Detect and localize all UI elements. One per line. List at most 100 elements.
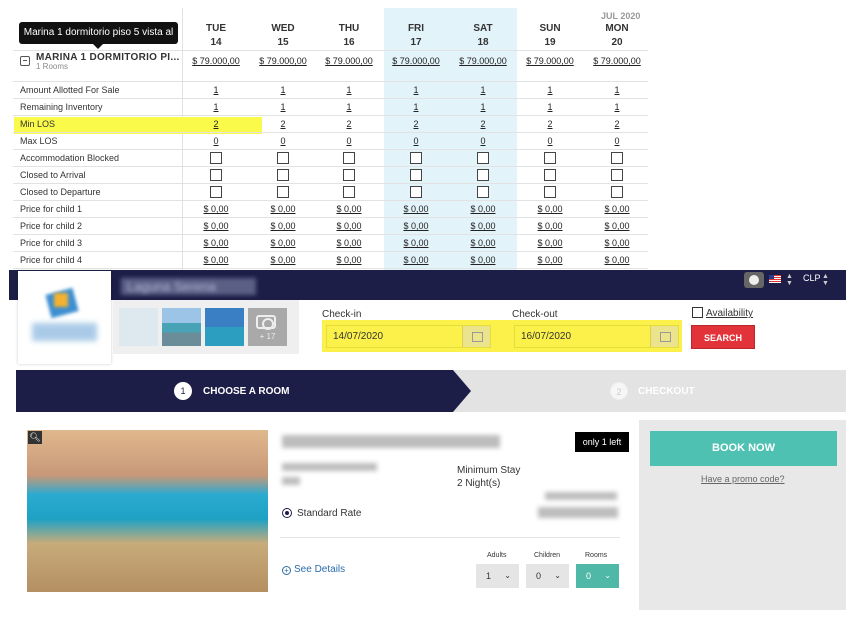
children-select[interactable]: 0 ⌄ [526,564,569,588]
room-photo[interactable] [27,430,268,592]
cell-value[interactable]: 1 [585,85,649,95]
cell-value[interactable]: 0 [184,136,248,146]
cell-value[interactable]: 1 [184,102,248,112]
cell-value[interactable]: $ 0,00 [384,238,448,248]
nightly-rate[interactable]: $ 79.000,00 [180,56,252,66]
cell-value[interactable]: 1 [251,102,315,112]
restriction-checkbox[interactable] [611,152,623,164]
cell-value[interactable]: 1 [518,85,582,95]
availability-link[interactable]: Availability [706,308,753,319]
cell-value[interactable]: $ 0,00 [585,204,649,214]
checkin-input[interactable]: 14/07/2020 [326,325,491,348]
nightly-rate[interactable]: $ 79.000,00 [581,56,653,66]
cell-value[interactable]: $ 0,00 [251,204,315,214]
cell-value[interactable]: $ 0,00 [251,221,315,231]
cell-value[interactable]: 2 [384,119,448,129]
restriction-checkbox[interactable] [544,152,556,164]
cell-value[interactable]: 1 [184,85,248,95]
cell-value[interactable]: $ 0,00 [251,255,315,265]
nightly-rate[interactable]: $ 79.000,00 [247,56,319,66]
restriction-checkbox[interactable] [410,152,422,164]
cell-value[interactable]: 0 [251,136,315,146]
promo-code-link[interactable]: Have a promo code? [701,474,785,484]
cell-value[interactable]: $ 0,00 [317,238,381,248]
restriction-checkbox[interactable] [410,186,422,198]
cell-value[interactable]: $ 0,00 [184,238,248,248]
cell-value[interactable]: 1 [585,102,649,112]
adults-select[interactable]: 1 ⌄ [476,564,519,588]
cell-value[interactable]: 1 [451,85,515,95]
cell-value[interactable]: 0 [317,136,381,146]
cell-value[interactable]: 2 [518,119,582,129]
see-details-link[interactable]: See Details [294,564,345,575]
cell-value[interactable]: 2 [451,119,515,129]
cell-value[interactable]: 0 [451,136,515,146]
search-button[interactable]: SEARCH [691,325,755,349]
restriction-checkbox[interactable] [343,169,355,181]
restriction-checkbox[interactable] [343,152,355,164]
nightly-rate[interactable]: $ 79.000,00 [380,56,452,66]
cell-value[interactable]: $ 0,00 [317,204,381,214]
calendar-grid-icon[interactable] [692,307,703,318]
restriction-checkbox[interactable] [477,169,489,181]
cell-value[interactable]: $ 0,00 [585,221,649,231]
checkout-input[interactable]: 16/07/2020 [514,325,679,348]
restriction-checkbox[interactable] [611,186,623,198]
cell-value[interactable]: 1 [384,102,448,112]
restriction-checkbox[interactable] [210,169,222,181]
cell-value[interactable]: 1 [384,85,448,95]
currency-select[interactable]: CLP [803,273,821,283]
rooms-select[interactable]: 0 ⌄ [576,564,619,588]
cell-value[interactable]: $ 0,00 [184,204,248,214]
restriction-checkbox[interactable] [343,186,355,198]
cell-value[interactable]: 1 [317,102,381,112]
cell-value[interactable]: $ 0,00 [384,255,448,265]
nightly-rate[interactable]: $ 79.000,00 [313,56,385,66]
book-now-button[interactable]: BOOK NOW [650,431,837,466]
cell-value[interactable]: $ 0,00 [585,238,649,248]
sort-arrows-icon[interactable]: ▲ ▼ [786,273,793,287]
calendar-icon[interactable] [462,326,490,347]
cell-value[interactable]: 1 [518,102,582,112]
cell-value[interactable]: 2 [184,119,248,129]
plus-circle-icon[interactable]: + [282,566,291,575]
cell-value[interactable]: 2 [585,119,649,129]
cell-value[interactable]: $ 0,00 [585,255,649,265]
cell-value[interactable]: 2 [317,119,381,129]
cell-value[interactable]: 0 [384,136,448,146]
thumbnail-3[interactable] [205,308,244,346]
cell-value[interactable]: 1 [451,102,515,112]
restriction-checkbox[interactable] [210,186,222,198]
cell-value[interactable]: $ 0,00 [451,221,515,231]
cell-value[interactable]: $ 0,00 [251,238,315,248]
cell-value[interactable]: $ 0,00 [451,255,515,265]
us-flag-icon[interactable] [769,275,781,283]
cell-value[interactable]: $ 0,00 [184,221,248,231]
cell-value[interactable]: $ 0,00 [518,221,582,231]
restriction-checkbox[interactable] [544,186,556,198]
restriction-checkbox[interactable] [277,169,289,181]
cell-value[interactable]: $ 0,00 [518,238,582,248]
cell-value[interactable]: $ 0,00 [384,204,448,214]
thumbnail-1[interactable] [119,308,158,346]
globe-icon[interactable] [744,272,764,288]
calendar-icon[interactable] [650,326,678,347]
cell-value[interactable]: $ 0,00 [451,204,515,214]
restriction-checkbox[interactable] [277,186,289,198]
nightly-rate[interactable]: $ 79.000,00 [514,56,586,66]
cell-value[interactable]: $ 0,00 [384,221,448,231]
cell-value[interactable]: $ 0,00 [518,255,582,265]
restriction-checkbox[interactable] [210,152,222,164]
cell-value[interactable]: $ 0,00 [317,221,381,231]
restriction-checkbox[interactable] [611,169,623,181]
sort-arrows-icon[interactable]: ▲ ▼ [822,273,829,287]
restriction-checkbox[interactable] [410,169,422,181]
restriction-checkbox[interactable] [544,169,556,181]
cell-value[interactable]: 0 [585,136,649,146]
cell-value[interactable]: 1 [251,85,315,95]
restriction-checkbox[interactable] [277,152,289,164]
cell-value[interactable]: $ 0,00 [518,204,582,214]
cell-value[interactable]: 0 [518,136,582,146]
collapse-room-icon[interactable] [20,56,30,66]
cell-value[interactable]: 1 [317,85,381,95]
